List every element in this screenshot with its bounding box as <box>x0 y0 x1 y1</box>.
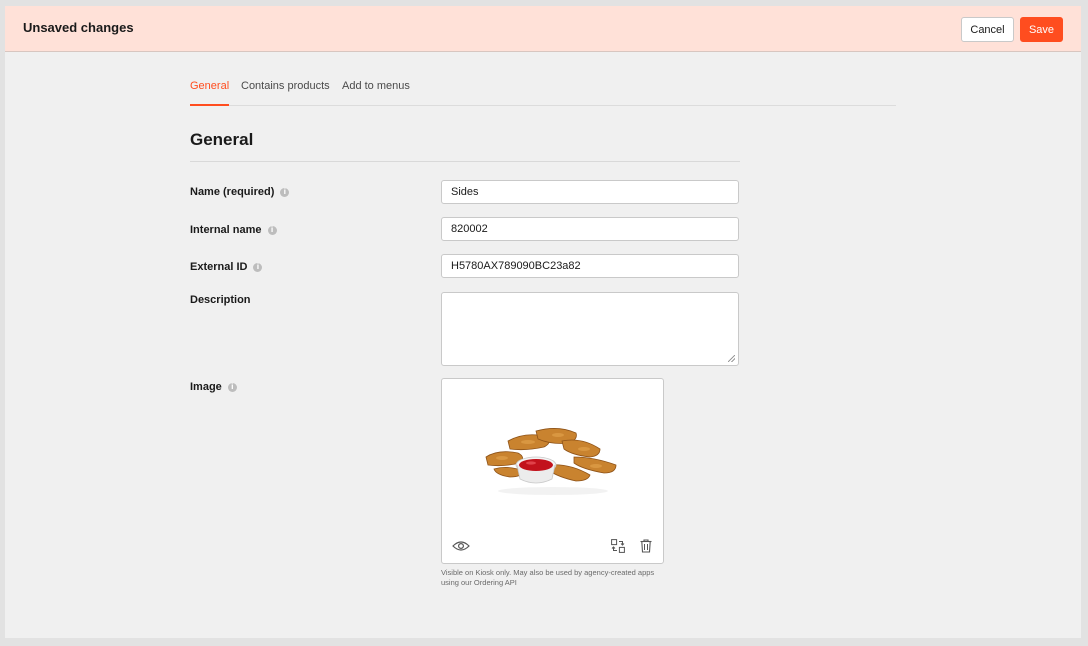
internal-name-label: Internal name i <box>190 224 277 236</box>
external-id-input-value: H5780AX789090BC23a82 <box>451 260 581 272</box>
tab-add-to-menus[interactable]: Add to menus <box>342 80 410 104</box>
unsaved-changes-bar: Unsaved changes Cancel Save <box>5 6 1081 52</box>
image-upload-card[interactable] <box>441 378 664 564</box>
info-icon[interactable]: i <box>253 262 263 272</box>
tab-contains-products[interactable]: Contains products <box>241 80 330 104</box>
trash-icon[interactable] <box>640 539 652 553</box>
image-label-text: Image <box>190 381 222 393</box>
info-icon[interactable]: i <box>227 382 237 392</box>
internal-name-input-value: 820002 <box>451 223 488 235</box>
name-label: Name (required) i <box>190 186 290 198</box>
unsaved-changes-title: Unsaved changes <box>23 20 134 35</box>
description-label: Description <box>190 294 251 306</box>
replace-image-icon[interactable] <box>611 539 625 553</box>
section-divider <box>190 161 740 162</box>
info-icon[interactable]: i <box>267 225 277 235</box>
description-label-text: Description <box>190 294 251 306</box>
name-input[interactable]: Sides <box>441 180 739 204</box>
external-id-label-text: External ID <box>190 261 248 273</box>
info-icon[interactable]: i <box>280 187 290 197</box>
external-id-input[interactable]: H5780AX789090BC23a82 <box>441 254 739 278</box>
section-title: General <box>190 130 254 149</box>
external-id-label: External ID i <box>190 261 263 273</box>
tab-bar: General Contains products Add to menus <box>190 80 896 106</box>
tab-general[interactable]: General <box>190 80 230 106</box>
save-button[interactable]: Save <box>1020 17 1063 42</box>
eye-icon[interactable] <box>452 540 470 552</box>
name-label-text: Name (required) <box>190 186 275 198</box>
image-label: Image i <box>190 381 237 393</box>
cancel-button[interactable]: Cancel <box>961 17 1014 42</box>
internal-name-input[interactable]: 820002 <box>441 217 739 241</box>
name-input-value: Sides <box>451 186 479 198</box>
image-helper-text: Visible on Kiosk only. May also be used … <box>441 568 655 587</box>
page-frame: Unsaved changes Cancel Save General Cont… <box>5 6 1081 638</box>
internal-name-label-text: Internal name <box>190 224 262 236</box>
description-textarea[interactable] <box>441 292 739 366</box>
resize-handle-icon[interactable] <box>728 355 735 362</box>
chicken-tenders-image <box>485 428 617 495</box>
